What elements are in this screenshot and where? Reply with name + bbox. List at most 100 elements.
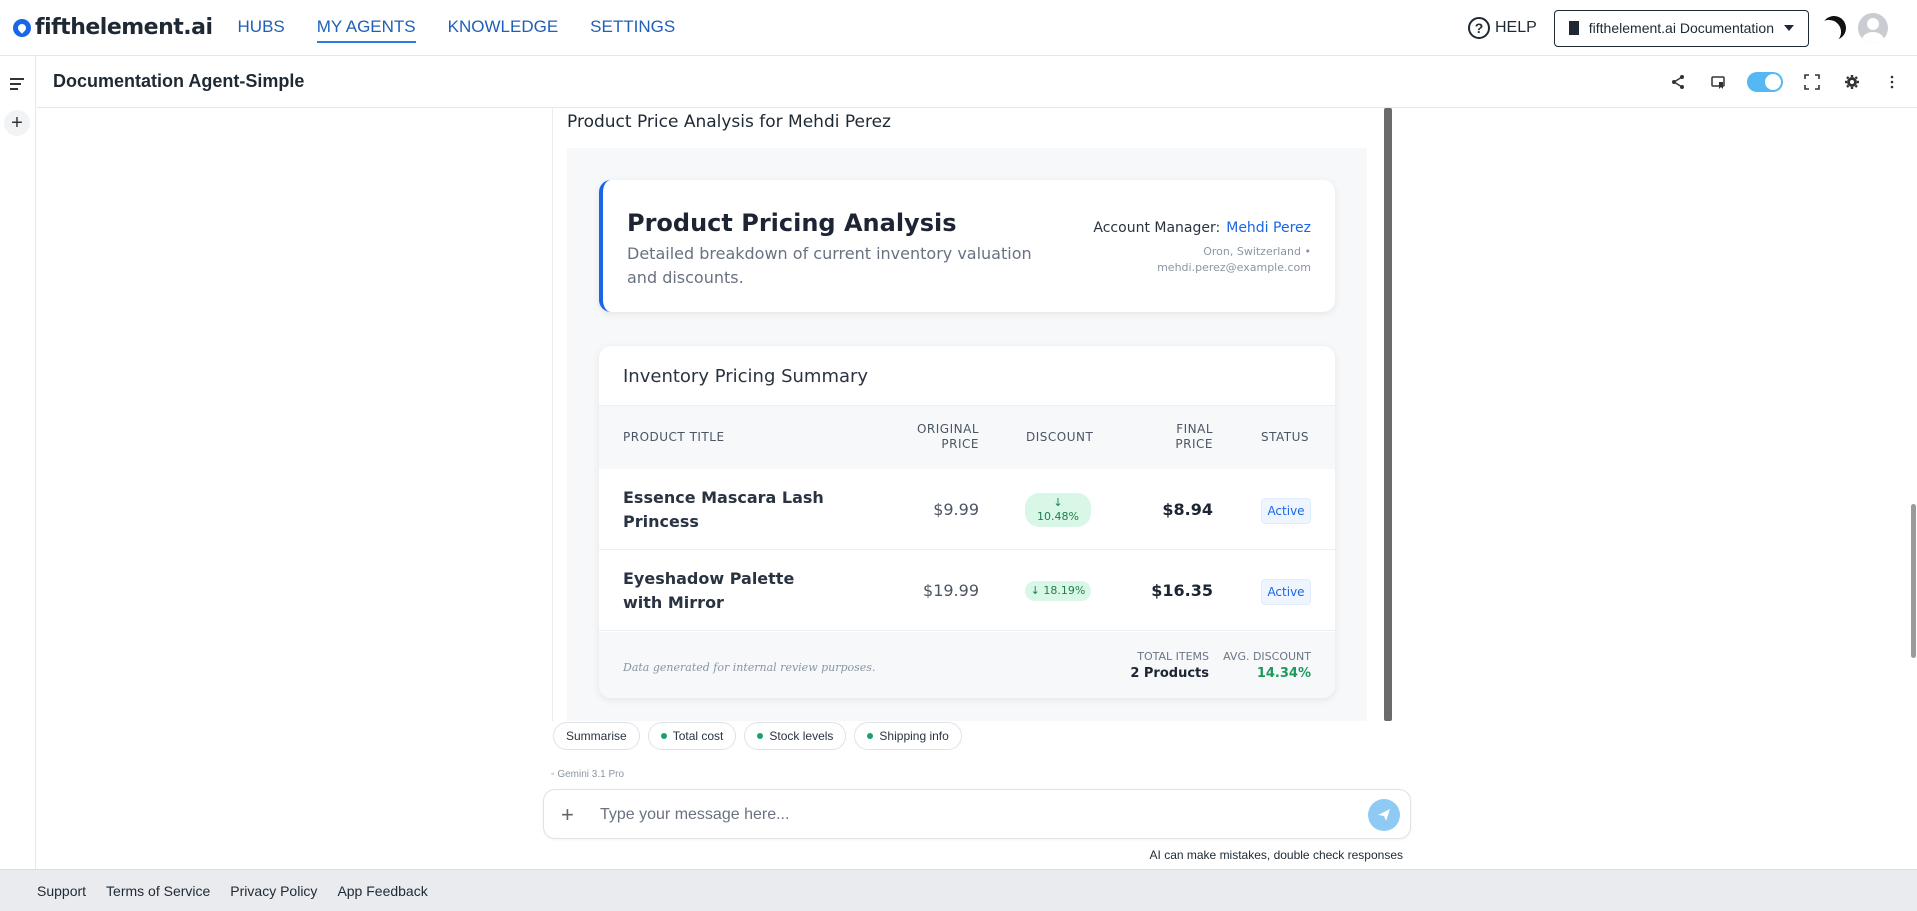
model-indicator[interactable]: ◦ Gemini 3.1 Pro (551, 769, 624, 780)
total-items-label: TOTAL ITEMS (1137, 650, 1209, 663)
table-row: Essence Mascara Lash Princess $9.99 ↓ 10… (599, 469, 1335, 550)
chip-dot-icon (867, 733, 874, 739)
top-navigation-bar: fifthelement.ai HUBS MY AGENTS KNOWLEDGE… (0, 0, 1917, 56)
chat-message-area: Product Price Analysis for Mehdi Perez P… (552, 108, 1392, 721)
header-product-title: PRODUCT TITLE (623, 430, 725, 444)
brand-name: fifthelement.ai (35, 15, 213, 40)
menu-icon[interactable] (10, 78, 24, 93)
help-label: HELP (1494, 19, 1537, 36)
brand-mark-icon (13, 18, 31, 37)
report-description: Detailed breakdown of current inventory … (627, 244, 1032, 287)
ai-disclaimer: AI can make mistakes, double check respo… (1149, 848, 1403, 862)
nav-hubs[interactable]: HUBS (238, 13, 285, 43)
manager-email: mehdi.perez@example.com (1157, 261, 1311, 274)
gear-icon[interactable] (1841, 71, 1863, 93)
mode-toggle[interactable] (1747, 72, 1783, 92)
send-button[interactable] (1368, 799, 1400, 831)
header-status: STATUS (1260, 430, 1309, 444)
attach-plus-icon[interactable]: + (561, 802, 574, 828)
manager-location: Oron, Switzerland • (1203, 245, 1311, 258)
brand-logo[interactable]: fifthelement.ai (13, 15, 213, 40)
chip-dot-icon (757, 733, 764, 739)
help-button[interactable]: ? HELP (1467, 17, 1537, 39)
message-heading: Product Price Analysis for Mehdi Perez (567, 112, 891, 132)
account-manager: Account Manager: Mehdi Perez (1093, 220, 1311, 236)
caret-down-icon (1784, 25, 1794, 31)
send-icon (1378, 809, 1390, 821)
nav-knowledge[interactable]: KNOWLEDGE (448, 13, 559, 43)
product-title: Eyeshadow Palette with Mirror (623, 569, 795, 612)
footer-link-feedback[interactable]: App Feedback (337, 883, 427, 899)
fullscreen-icon[interactable] (1801, 71, 1823, 93)
agent-title: Documentation Agent-Simple (53, 71, 305, 91)
avg-discount-label: AVG. DISCOUNT (1223, 650, 1311, 663)
header-final-line1: FINAL (1176, 422, 1213, 436)
user-avatar[interactable] (1858, 13, 1888, 43)
dark-mode-icon[interactable] (1819, 13, 1850, 44)
agent-toolbar (1649, 56, 1903, 108)
message-divider (552, 108, 553, 721)
final-price: $8.94 (1162, 500, 1213, 519)
share-icon[interactable] (1667, 71, 1689, 93)
page-scrollbar[interactable] (1911, 504, 1916, 658)
model-label: Gemini 3.1 Pro (557, 769, 625, 780)
chip-shipping-info[interactable]: Shipping info (854, 722, 962, 750)
main-nav: HUBS MY AGENTS KNOWLEDGE SETTINGS (238, 13, 708, 43)
table-title: Inventory Pricing Summary (623, 366, 869, 387)
header-final-line2: PRICE (1175, 437, 1213, 451)
total-items-value: 2 Products (1130, 666, 1209, 681)
table-row: Eyeshadow Palette with Mirror $19.99 ↓ 1… (599, 550, 1335, 631)
message-composer: + (543, 789, 1411, 839)
original-price: $9.99 (933, 500, 979, 519)
status-badge: Active (1261, 579, 1311, 605)
report-hero-card: Product Pricing Analysis Detailed breakd… (599, 180, 1335, 312)
header-original-line1: ORIGINAL (916, 422, 979, 436)
final-price: $16.35 (1151, 581, 1213, 600)
top-right-actions: ? HELP fifthelement.ai Documentation (1467, 0, 1917, 56)
help-icon: ? (1467, 17, 1490, 39)
agent-header: Documentation Agent-Simple (37, 56, 1917, 108)
product-title: Essence Mascara Lash Princess (623, 488, 824, 531)
discount-badge: ↓ 18.19% (1025, 581, 1091, 601)
header-original-line2: PRICE (941, 437, 979, 451)
table-header: PRODUCT TITLE ORIGINAL PRICE DISCOUNT FI… (599, 405, 1335, 469)
table-footnote: Data generated for internal review purpo… (623, 661, 876, 674)
chip-total-cost[interactable]: Total cost (647, 722, 737, 750)
header-final-price: FINAL PRICE (1175, 422, 1213, 452)
new-chat-icon[interactable]: + (4, 110, 30, 136)
more-vertical-icon[interactable] (1881, 71, 1903, 93)
chip-stock-levels[interactable]: Stock levels (744, 722, 847, 750)
avg-discount-value: 14.34% (1256, 666, 1311, 681)
pricing-table-card: Inventory Pricing Summary PRODUCT TITLE … (599, 346, 1335, 698)
chip-label: Stock levels (769, 729, 834, 743)
footer-link-privacy[interactable]: Privacy Policy (230, 883, 317, 899)
account-manager-contact: Oron, Switzerland • mehdi.perez@example.… (1157, 244, 1311, 276)
account-manager-name[interactable]: Mehdi Perez (1226, 220, 1311, 236)
bookmark-chat-icon[interactable] (1707, 71, 1729, 93)
chip-label: Total cost (672, 729, 724, 743)
org-selector[interactable]: fifthelement.ai Documentation (1553, 9, 1809, 47)
discount-badge: ↓ 10.48% (1025, 493, 1091, 527)
chip-summarise[interactable]: Summarise (553, 722, 640, 750)
message-input[interactable] (600, 802, 1320, 828)
report-title: Product Pricing Analysis (627, 209, 957, 237)
building-icon (1568, 21, 1579, 35)
rendered-report: Product Pricing Analysis Detailed breakd… (567, 148, 1367, 721)
suggestion-chips: Summarise Total cost Stock levels Shippi… (553, 722, 970, 750)
discount-arrow: ↓ (1053, 496, 1063, 509)
org-selector-label: fifthelement.ai Documentation (1588, 20, 1774, 36)
header-original-price: ORIGINAL PRICE (917, 422, 979, 452)
page-footer: Support Terms of Service Privacy Policy … (0, 869, 1917, 911)
chip-label: Summarise (566, 729, 627, 743)
chip-dot-icon (660, 733, 667, 739)
header-discount: DISCOUNT (1026, 430, 1094, 444)
discount-value: 10.48% (1037, 510, 1079, 523)
nav-settings[interactable]: SETTINGS (590, 13, 675, 43)
footer-link-support[interactable]: Support (37, 883, 86, 899)
footer-link-terms[interactable]: Terms of Service (106, 883, 210, 899)
table-footer: Data generated for internal review purpo… (599, 632, 1335, 698)
original-price: $19.99 (923, 581, 979, 600)
status-badge: Active (1261, 498, 1311, 524)
nav-my-agents[interactable]: MY AGENTS (316, 13, 416, 43)
message-scrollbar[interactable] (1384, 108, 1392, 721)
